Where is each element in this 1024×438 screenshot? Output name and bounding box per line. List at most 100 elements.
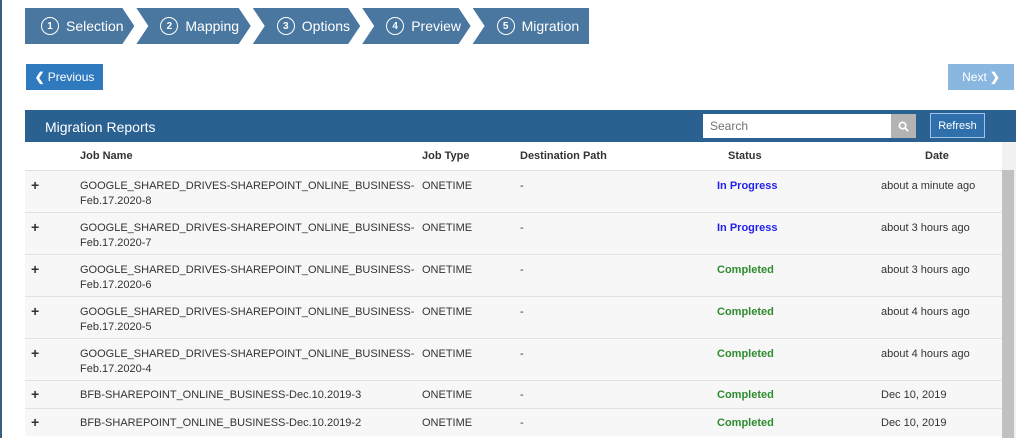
- table-row[interactable]: + GOOGLE_SHARED_DRIVES-SHAREPOINT_ONLINE…: [25, 253, 1002, 296]
- column-status: Status: [700, 142, 870, 170]
- destination-path-cell: -: [520, 169, 700, 212]
- previous-button[interactable]: ❮ Previous: [26, 64, 103, 90]
- status-badge: Completed: [700, 295, 870, 338]
- migration-reports-header: Migration Reports Refresh: [25, 110, 1016, 142]
- column-destination-path: Destination Path: [520, 142, 700, 170]
- panel-title: Migration Reports: [45, 119, 156, 135]
- step-label: Preview: [411, 18, 461, 34]
- job-type-cell: ONETIME: [422, 407, 520, 436]
- destination-path-cell: -: [520, 295, 700, 338]
- job-name: BFB-SHAREPOINT_ONLINE_BUSINESS-Dec.10.20…: [80, 416, 362, 429]
- job-name: GOOGLE_SHARED_DRIVES-SHAREPOINT_ONLINE_B…: [80, 221, 415, 234]
- status-badge: Completed: [700, 253, 870, 296]
- job-name-cell: BFB-SHAREPOINT_ONLINE_BUSINESS-Dec.10.20…: [80, 407, 422, 436]
- job-name: GOOGLE_SHARED_DRIVES-SHAREPOINT_ONLINE_B…: [80, 263, 415, 276]
- scrollbar-thumb[interactable]: [1002, 170, 1014, 438]
- chevron-left-icon: ❮: [34, 70, 45, 84]
- job-name: GOOGLE_SHARED_DRIVES-SHAREPOINT_ONLINE_B…: [80, 305, 415, 318]
- date-cell: about 4 hours ago: [870, 337, 1002, 380]
- table-row[interactable]: + GOOGLE_SHARED_DRIVES-SHAREPOINT_ONLINE…: [25, 169, 1002, 212]
- job-name-suffix: Feb.17.2020-6: [80, 278, 152, 291]
- expand-row-button[interactable]: +: [25, 407, 80, 436]
- column-job-name: Job Name: [80, 142, 422, 170]
- date-cell: about 3 hours ago: [870, 253, 1002, 296]
- status-badge: In Progress: [700, 211, 870, 254]
- plus-icon: +: [31, 413, 40, 430]
- destination-path-cell: -: [520, 253, 700, 296]
- destination-path-cell: -: [520, 337, 700, 380]
- column-date: Date: [870, 142, 1002, 170]
- job-name-suffix: Feb.17.2020-5: [80, 320, 152, 333]
- reports-table: Job Name Job Type Destination Path Statu…: [25, 142, 1002, 436]
- step-number-icon: 1: [41, 17, 59, 35]
- date-cell: about 3 hours ago: [870, 211, 1002, 254]
- step-number-icon: 4: [386, 17, 404, 35]
- job-name-suffix: Feb.17.2020-4: [80, 362, 152, 375]
- expand-row-button[interactable]: +: [25, 211, 80, 254]
- job-name: GOOGLE_SHARED_DRIVES-SHAREPOINT_ONLINE_B…: [80, 179, 415, 192]
- job-type-cell: ONETIME: [422, 295, 520, 338]
- job-name-cell: GOOGLE_SHARED_DRIVES-SHAREPOINT_ONLINE_B…: [80, 211, 422, 254]
- next-button[interactable]: Next ❯: [948, 64, 1014, 90]
- table-row[interactable]: + BFB-SHAREPOINT_ONLINE_BUSINESS-Dec.10.…: [25, 379, 1002, 408]
- destination-path-cell: -: [520, 211, 700, 254]
- job-name: GOOGLE_SHARED_DRIVES-SHAREPOINT_ONLINE_B…: [80, 347, 415, 360]
- expand-row-button[interactable]: +: [25, 253, 80, 296]
- job-type-cell: ONETIME: [422, 337, 520, 380]
- status-badge: Completed: [700, 337, 870, 380]
- step-mapping[interactable]: 2 Mapping: [136, 8, 250, 44]
- destination-path-cell: -: [520, 407, 700, 436]
- date-cell: about a minute ago: [870, 169, 1002, 212]
- expand-row-button[interactable]: +: [25, 379, 80, 408]
- status-badge: Completed: [700, 379, 870, 408]
- job-name-suffix: Feb.17.2020-7: [80, 236, 152, 249]
- expand-row-button[interactable]: +: [25, 295, 80, 338]
- status-badge: Completed: [700, 407, 870, 436]
- job-type-cell: ONETIME: [422, 379, 520, 408]
- step-preview[interactable]: 4 Preview: [362, 8, 470, 44]
- refresh-button[interactable]: Refresh: [930, 113, 985, 138]
- search-button[interactable]: [891, 114, 916, 138]
- table-row[interactable]: + BFB-SHAREPOINT_ONLINE_BUSINESS-Dec.10.…: [25, 407, 1002, 436]
- status-badge: In Progress: [700, 169, 870, 212]
- step-number-icon: 5: [496, 17, 515, 35]
- step-selection[interactable]: 1 Selection: [25, 8, 134, 44]
- expand-column-header: [25, 142, 80, 170]
- next-label: Next: [962, 70, 987, 84]
- plus-icon: +: [31, 260, 40, 277]
- step-label: Migration: [521, 18, 580, 34]
- wizard-steps: 1 Selection 2 Mapping 3 Options 4 Preview 5 Migra…: [25, 8, 591, 44]
- step-label: Options: [301, 18, 351, 34]
- date-cell: Dec 10, 2019: [870, 379, 1002, 408]
- plus-icon: +: [31, 176, 40, 193]
- date-cell: Dec 10, 2019: [870, 407, 1002, 436]
- step-options[interactable]: 3 Options: [253, 8, 360, 44]
- job-name-cell: GOOGLE_SHARED_DRIVES-SHAREPOINT_ONLINE_B…: [80, 169, 422, 212]
- date-cell: about 4 hours ago: [870, 295, 1002, 338]
- table-row[interactable]: + GOOGLE_SHARED_DRIVES-SHAREPOINT_ONLINE…: [25, 295, 1002, 338]
- chevron-right-icon: ❯: [989, 70, 1000, 84]
- table-row[interactable]: + GOOGLE_SHARED_DRIVES-SHAREPOINT_ONLINE…: [25, 337, 1002, 380]
- step-number-icon: 2: [160, 17, 178, 35]
- job-name-cell: GOOGLE_SHARED_DRIVES-SHAREPOINT_ONLINE_B…: [80, 337, 422, 380]
- job-name: BFB-SHAREPOINT_ONLINE_BUSINESS-Dec.10.20…: [80, 388, 362, 401]
- plus-icon: +: [31, 302, 40, 319]
- job-name-cell: GOOGLE_SHARED_DRIVES-SHAREPOINT_ONLINE_B…: [80, 295, 422, 338]
- job-name-suffix: Feb.17.2020-8: [80, 194, 152, 207]
- plus-icon: +: [31, 218, 40, 235]
- job-type-cell: ONETIME: [422, 253, 520, 296]
- column-job-type: Job Type: [422, 142, 520, 170]
- search-input[interactable]: [703, 114, 891, 138]
- table-row[interactable]: + GOOGLE_SHARED_DRIVES-SHAREPOINT_ONLINE…: [25, 211, 1002, 254]
- job-name-cell: BFB-SHAREPOINT_ONLINE_BUSINESS-Dec.10.20…: [80, 379, 422, 408]
- plus-icon: +: [31, 344, 40, 361]
- window-edge: [0, 0, 2, 438]
- step-migration[interactable]: 5 Migration: [472, 8, 589, 44]
- step-label: Selection: [66, 18, 124, 34]
- destination-path-cell: -: [520, 379, 700, 408]
- expand-row-button[interactable]: +: [25, 337, 80, 380]
- step-number-icon: 3: [277, 17, 295, 35]
- expand-row-button[interactable]: +: [25, 169, 80, 212]
- job-name-cell: GOOGLE_SHARED_DRIVES-SHAREPOINT_ONLINE_B…: [80, 253, 422, 296]
- step-label: Mapping: [185, 18, 240, 34]
